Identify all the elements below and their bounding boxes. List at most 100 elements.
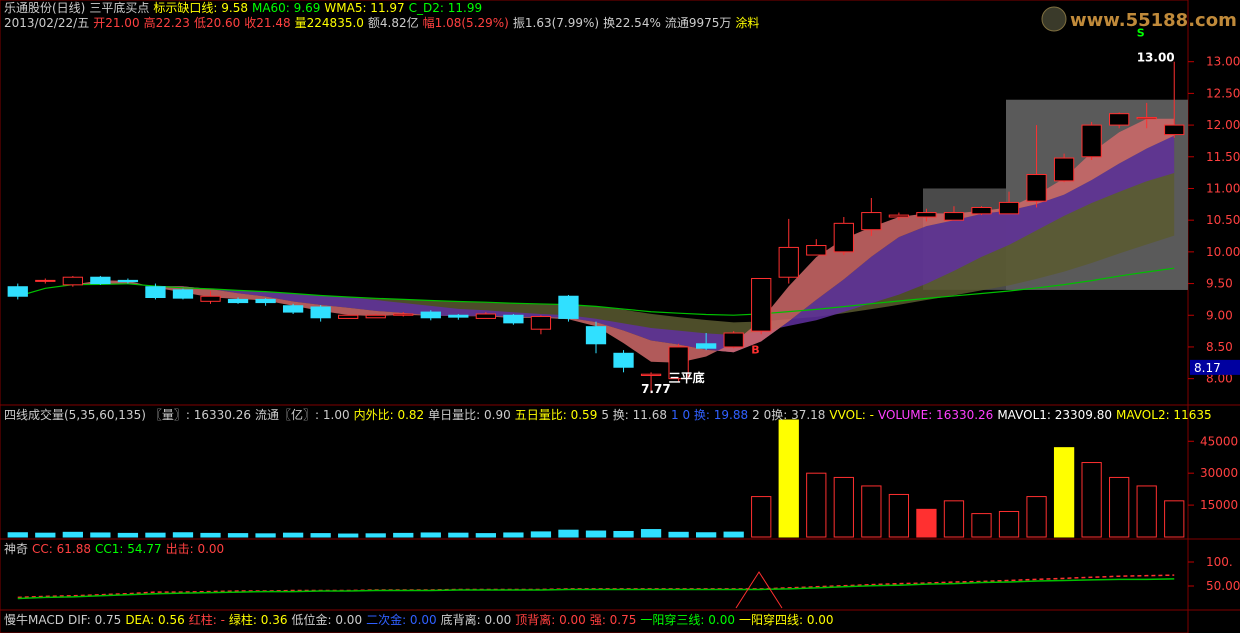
volume-bar — [751, 496, 772, 538]
candle-body — [751, 277, 772, 332]
candle-body — [530, 316, 552, 330]
volume-bar — [943, 500, 965, 538]
candle-body — [558, 295, 579, 319]
volume-bar — [1026, 496, 1047, 538]
candle-body — [888, 214, 910, 218]
header-field: 流通9975万 — [664, 16, 732, 30]
candle-body — [1109, 113, 1130, 126]
volume-tick-label: 45000 — [1200, 434, 1238, 448]
header-field: CC1: 54.77 — [94, 542, 162, 556]
header-field: 2 0换: 37.18 — [752, 408, 826, 422]
price-tick-label: 12.00 — [1206, 118, 1240, 132]
oscillator-line — [17, 574, 1175, 599]
volume-bar — [888, 493, 910, 538]
candle-body — [172, 289, 194, 299]
price-tick-label: 9.00 — [1206, 308, 1233, 322]
volume-bar — [613, 530, 634, 538]
price-tick-label: 11.50 — [1206, 150, 1240, 164]
header-field: VOLUME: 16330.26 — [877, 408, 994, 422]
header-field: 红柱: - — [188, 613, 225, 627]
header-field: 换22.54% — [603, 16, 661, 30]
candle-body — [806, 245, 827, 256]
candle-body — [393, 313, 414, 316]
candle-body — [145, 286, 166, 299]
header-field: 内外比: 0.82 — [353, 408, 425, 422]
candle-body — [778, 246, 799, 278]
volume-bar — [861, 485, 882, 538]
chart-annotation: 7.77 — [641, 382, 671, 396]
volume-bar — [282, 532, 304, 538]
header-field: 低20.60 — [193, 16, 241, 30]
volume-bar — [1081, 462, 1102, 538]
volume-bar — [7, 532, 28, 538]
volume-bar — [62, 531, 83, 538]
header-field: 幅1.08(5.29%) — [422, 16, 509, 30]
header-field: 四线成交量(5,35,60,135) — [4, 408, 146, 422]
header-field: 顶背离: 0.00 — [515, 613, 586, 627]
volume-bar — [530, 531, 552, 538]
volume-bar — [916, 508, 937, 538]
header-field: CC: 61.88 — [32, 542, 91, 556]
oscillator-tick-label: 100. — [1206, 555, 1233, 569]
header-field: 涂料 — [735, 16, 760, 30]
volume-bar — [145, 532, 166, 538]
header-field: 强: 0.75 — [589, 613, 637, 627]
volume-tick-label: 15000 — [1200, 498, 1238, 512]
header-field: DEA: 0.56 — [125, 613, 185, 627]
volume-bar — [393, 532, 414, 538]
volume-bar — [558, 529, 579, 538]
candle-body — [90, 276, 111, 285]
volume-bar — [475, 533, 496, 538]
header-field: MAVOL1: 23309.80 — [997, 408, 1113, 422]
header-field: 量224835.0 — [294, 16, 364, 30]
candle-body — [310, 306, 331, 319]
volume-bar — [1109, 476, 1130, 538]
candle-body — [475, 313, 496, 319]
header-field: 五日量比: 0.59 — [514, 408, 598, 422]
candle-body — [861, 212, 882, 231]
volume-tick-label: 30000 — [1200, 466, 1238, 480]
header-line1: 乐通股份(日线) 三平底买点 标示缺口线: 9.58 MA60: 9.69 WMA5: … — [4, 1, 486, 15]
volume-bar — [117, 532, 139, 538]
header-field: WMA5: 11.97 — [324, 1, 405, 15]
macd-panel-header: 慢牛MACD DIF: 0.75 DEA: 0.56 红柱: - 绿柱: 0.36 低位金… — [4, 613, 838, 627]
header-field: 乐通股份(日线) — [4, 1, 86, 15]
volume-bar — [338, 533, 359, 538]
candle-body — [696, 343, 717, 349]
price-tick-label: 10.50 — [1206, 213, 1240, 227]
volume-bar — [778, 419, 799, 538]
candle-body — [420, 311, 441, 319]
volume-bar — [1164, 500, 1185, 538]
header-field: 2013/02/22/五 — [4, 16, 90, 30]
volume-bar — [310, 533, 331, 538]
oscillator-line — [17, 578, 1175, 600]
header-field: 振1.63(7.99%) — [512, 16, 600, 30]
price-tick-label: 10.00 — [1206, 245, 1240, 259]
candle-body — [1081, 124, 1102, 158]
header-field: 低位金: 0.00 — [291, 613, 363, 627]
chart-annotation: 三平底 — [669, 370, 705, 385]
price-tick-label: 11.00 — [1206, 181, 1240, 195]
volume-bar — [90, 532, 111, 538]
candle-body — [1136, 116, 1157, 120]
candle-body — [971, 206, 992, 215]
candle-body — [503, 314, 524, 324]
volume-bar — [420, 532, 441, 538]
header-field: 一阳穿三线: 0.00 — [640, 613, 735, 627]
stock-chart-canvas: 13.00 12.50 12.00 11.50 11.00 10.50 10.00 9.50 9… — [0, 0, 1240, 633]
volume-bar — [668, 531, 689, 538]
shenqi-panel-header: 神奇 CC: 61.88 CC1: 54.77 出击: 0.00 — [4, 542, 228, 556]
volume-bar — [1053, 447, 1075, 538]
candle-body — [723, 332, 744, 348]
header-field: MAVOL2: 11635 — [1116, 408, 1212, 422]
volume-bar — [696, 532, 717, 538]
volume-bar — [640, 529, 662, 538]
candle-body — [365, 314, 386, 319]
candle-body — [943, 212, 965, 221]
candle-body — [255, 298, 276, 304]
candle-body — [585, 326, 607, 345]
header-field: 三平底买点 — [89, 1, 150, 15]
header-field: 〖量〗: 16330.26 — [149, 408, 252, 422]
watermark-logo: www.55188.com — [1040, 4, 1240, 34]
candle-body — [7, 286, 28, 297]
